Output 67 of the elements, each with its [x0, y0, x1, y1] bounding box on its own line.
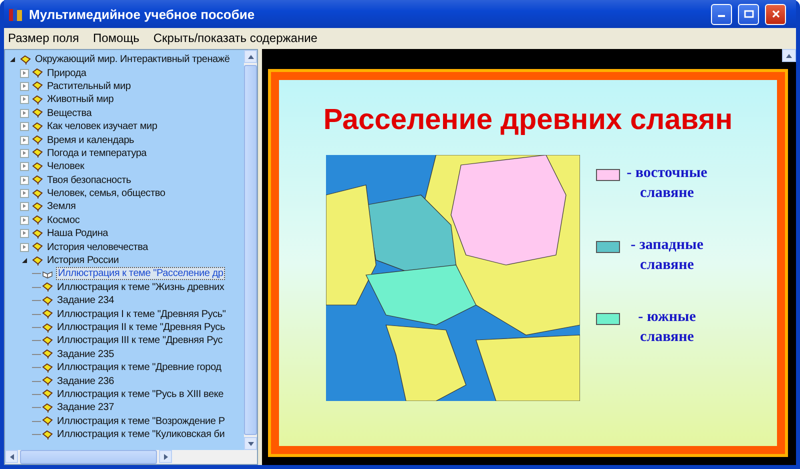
right-arrow-icon [164, 454, 168, 460]
legend-label: - западные славяне [630, 236, 704, 275]
tree-item[interactable]: История человечества [46, 242, 150, 253]
close-button[interactable] [765, 4, 786, 24]
close-icon [770, 10, 780, 18]
tree-item[interactable]: Вещества [46, 108, 93, 119]
legend-label: - южные славяне [637, 308, 697, 347]
menu-item[interactable]: Помощь [93, 31, 140, 45]
down-arrow-icon [248, 442, 254, 446]
horizontal-scrollbar[interactable] [5, 450, 257, 464]
expand-toggle[interactable] [20, 176, 29, 185]
up-arrow-icon [248, 54, 254, 58]
maximize-button[interactable] [738, 4, 759, 24]
tree-item[interactable]: Окружающий мир. Интерактивный тренажё [34, 54, 231, 66]
tree-item[interactable]: Иллюстрация к теме "Возрождение Р [56, 416, 226, 427]
expand-toggle[interactable] [20, 148, 29, 158]
expand-toggle[interactable] [20, 68, 29, 78]
collapse-toggle[interactable] [8, 55, 17, 64]
open-book-icon [42, 268, 53, 279]
tree-item[interactable]: Задание 236 [56, 376, 115, 387]
tree-item[interactable]: Задание 234 [56, 295, 115, 306]
expand-toggle[interactable] [20, 136, 29, 145]
tree-item[interactable]: Наша Родина [46, 228, 110, 240]
minimize-button[interactable] [711, 4, 732, 24]
tree-item[interactable]: Человек [46, 161, 86, 172]
tree-item[interactable]: Время и календарь [46, 134, 136, 146]
tree-item[interactable]: Иллюстрация к теме "Расселение др [56, 267, 226, 280]
slide-title: Расселение древних славян [323, 104, 733, 137]
expand-toggle[interactable] [20, 189, 29, 198]
expand-toggle[interactable] [20, 216, 29, 225]
expand-toggle[interactable] [20, 122, 29, 132]
expand-toggle[interactable] [20, 242, 29, 252]
menu-item[interactable]: Размер поля [8, 31, 79, 45]
tree-item[interactable]: Земля [46, 201, 77, 212]
books-icon [8, 6, 24, 22]
tree-item[interactable]: Иллюстрация I к теме "Древняя Русь" [56, 308, 227, 320]
menu-item[interactable]: Скрыть/показать содержание [153, 31, 318, 45]
tree-item[interactable]: Задание 235 [56, 348, 115, 360]
expand-toggle[interactable] [20, 108, 29, 118]
legend-label: - восточные славяне [626, 164, 708, 203]
tree-item[interactable]: Иллюстрация II к теме "Древняя Русь [56, 322, 226, 333]
expand-toggle[interactable] [20, 162, 29, 172]
tree-item[interactable]: Космос [46, 214, 81, 226]
tree-item[interactable]: История России [46, 255, 120, 266]
window-title: Мультимедийное учебное пособие [29, 6, 256, 22]
tree-item[interactable]: Человек, семья, общество [46, 188, 166, 200]
tree-item[interactable]: Иллюстрация к теме "Русь в XIII веке [56, 388, 225, 400]
vertical-scrollbar[interactable] [782, 49, 796, 63]
tree-item[interactable]: Иллюстрация к теме "Древние город [56, 362, 222, 374]
expand-toggle[interactable] [20, 95, 29, 104]
tree-item[interactable]: Твоя безопасность [46, 174, 132, 186]
tree-item[interactable]: Иллюстрация к теме "Куликовская би [56, 429, 226, 440]
tree-item[interactable]: Природа [46, 68, 88, 79]
tree-item[interactable]: Задание 237 [56, 402, 115, 414]
left-arrow-icon [10, 454, 14, 460]
expand-toggle[interactable] [20, 202, 29, 212]
tree-item[interactable]: Растительный мир [46, 80, 132, 92]
tree-item[interactable]: Погода и температура [46, 148, 148, 159]
expand-toggle[interactable] [20, 229, 29, 238]
tree-item[interactable]: Иллюстрация к теме "Жизнь древних [56, 282, 226, 293]
tree-item[interactable]: Как человек изучает мир [46, 121, 158, 132]
vertical-scrollbar[interactable] [244, 50, 257, 450]
expand-toggle[interactable] [20, 82, 29, 91]
tree-item[interactable]: Животный мир [46, 94, 115, 106]
up-arrow-icon [786, 54, 792, 58]
maximize-icon [744, 10, 754, 18]
tree-item[interactable]: Иллюстрация III к теме "Древняя Рус [56, 335, 224, 346]
